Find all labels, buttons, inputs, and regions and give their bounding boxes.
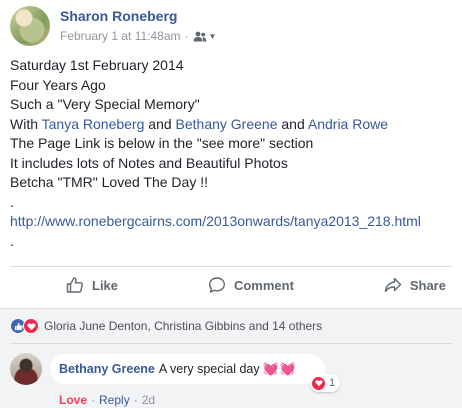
commenter-avatar[interactable] [10, 353, 42, 385]
comment-reaction-number: 1 [329, 377, 336, 389]
post-line: Saturday 1st February 2014 [10, 57, 184, 73]
post-timestamp[interactable]: February 1 at 11:48am [60, 29, 181, 43]
post-line: The Page Link is below in the "see more"… [10, 135, 314, 151]
love-reaction-icon [23, 318, 39, 334]
post-url-link[interactable]: http://www.ronebergcairns.com/2013onward… [10, 213, 421, 229]
author-name[interactable]: Sharon Roneberg [60, 8, 177, 24]
separator: · [133, 393, 138, 407]
tag-tanya-roneberg[interactable]: Tanya Roneberg [42, 116, 145, 132]
tag-andria-rowe[interactable]: Andria Rowe [308, 116, 388, 132]
reactions-names[interactable]: Gloria June Denton, Christina Gibbins an… [44, 319, 322, 333]
tag-bethany-greene[interactable]: Bethany Greene [176, 116, 278, 132]
reactions-summary[interactable]: Gloria June Denton, Christina Gibbins an… [10, 318, 322, 334]
comment-time[interactable]: 2d [142, 393, 155, 407]
post-line: Such a "Very Special Memory" [10, 96, 200, 112]
like-button[interactable]: Like [66, 270, 118, 300]
divider [10, 343, 452, 344]
post-text: Saturday 1st February 2014 Four Years Ag… [10, 56, 455, 251]
post-line: Betcha "TMR" Loved The Day !! [10, 174, 208, 190]
feedback-section: Gloria June Denton, Christina Gibbins an… [0, 308, 462, 408]
post-header: Sharon Roneberg February 1 at 11:48am · … [10, 4, 450, 48]
comment-icon [208, 277, 225, 293]
post-line-tags: With Tanya Roneberg and Bethany Greene a… [10, 115, 455, 135]
tag-conjunction: and [277, 115, 308, 132]
share-label: Share [409, 277, 446, 293]
love-reaction-icon [311, 375, 326, 391]
post-line: . [10, 193, 14, 210]
share-button[interactable]: Share [384, 270, 446, 300]
comment-actions: Love · Reply · 2d [59, 393, 155, 407]
friends-icon[interactable] [193, 31, 207, 42]
post-line: . [10, 232, 14, 249]
like-label: Like [92, 277, 119, 293]
post-line: Four Years Ago [10, 76, 106, 93]
post-line: It includes lots of Notes and Beautiful … [10, 154, 288, 171]
comment-love-button[interactable]: Love [59, 393, 87, 407]
author-avatar[interactable] [10, 6, 50, 46]
thumbs-up-icon [66, 277, 83, 293]
chevron-down-icon[interactable]: ▼ [209, 32, 217, 41]
heart-emoji-icon: 💓💓 [262, 361, 297, 376]
comment-button[interactable]: Comment [208, 270, 294, 300]
tag-prefix: With [10, 115, 42, 132]
tag-conjunction: and [144, 115, 176, 132]
comment-reply-button[interactable]: Reply [99, 393, 130, 407]
comment-text: A very special day [158, 362, 260, 376]
share-arrow-icon [384, 277, 402, 293]
meta-separator: · [184, 29, 189, 43]
comment-bubble: Bethany Greene A very special day 💓💓 [50, 354, 325, 384]
divider [10, 266, 452, 267]
comment-reaction-count[interactable]: 1 [310, 374, 341, 392]
post-actions: Like Comment Share [10, 270, 452, 300]
comment-author[interactable]: Bethany Greene [59, 362, 155, 376]
post-meta: February 1 at 11:48am · ▼ [60, 29, 216, 43]
comment-label: Comment [233, 277, 294, 293]
separator: · [91, 393, 96, 407]
